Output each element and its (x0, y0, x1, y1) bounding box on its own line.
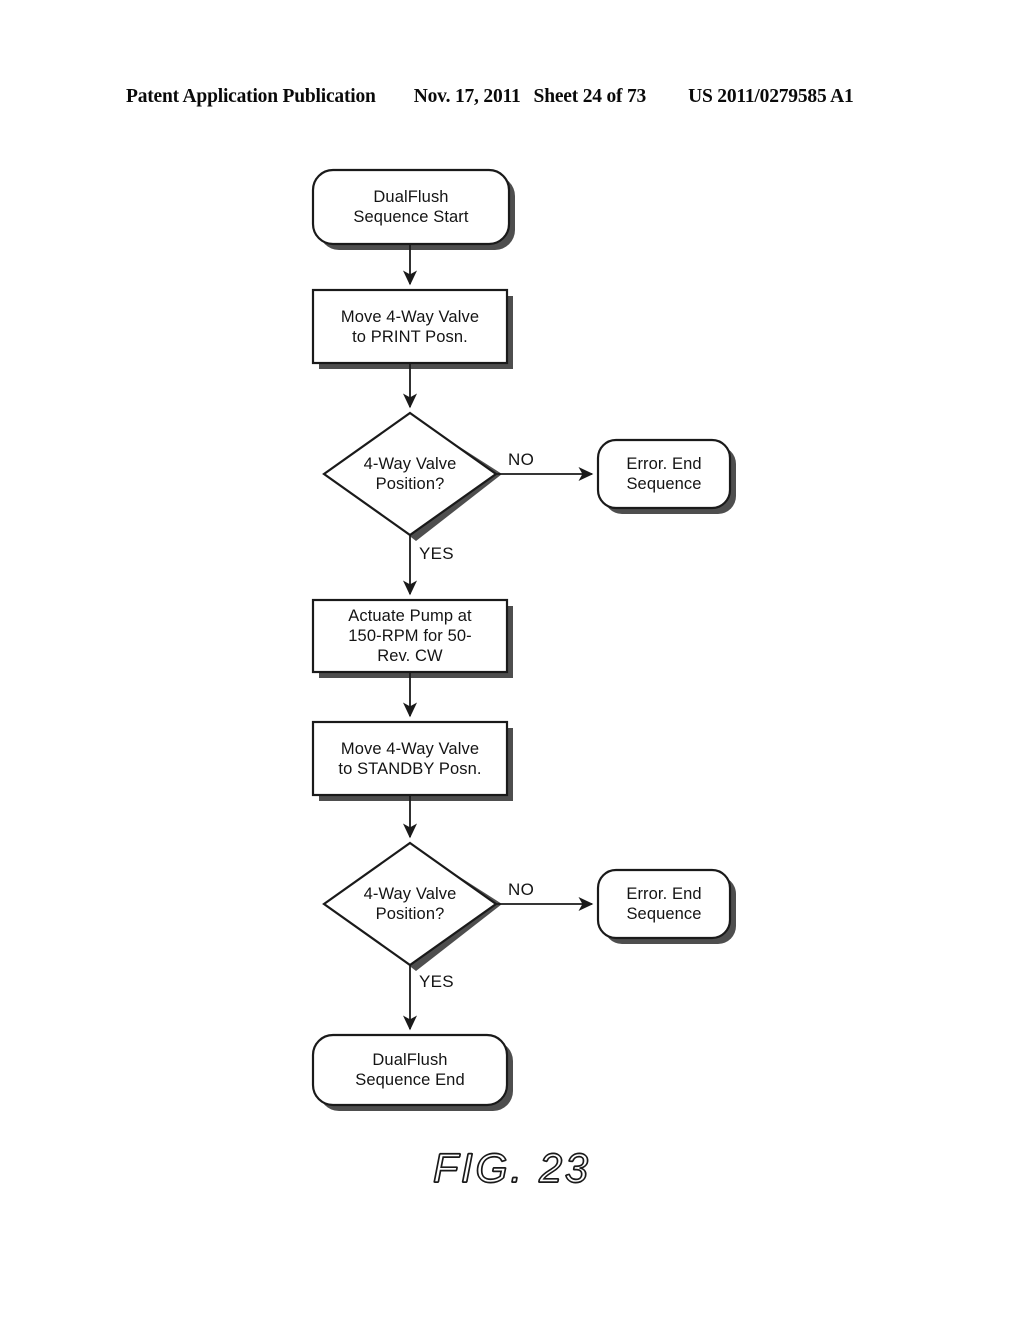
edge-label-no-1: NO (508, 450, 535, 469)
node-move-standby-shape (311, 720, 509, 797)
node-end-shape (311, 1033, 509, 1107)
node-move-print-shape (311, 288, 509, 365)
node-decision-2-shape (322, 841, 498, 967)
node-error-1-shape (596, 438, 732, 510)
flowchart-diagram: DualFlush Sequence Start Move 4-Way Valv… (0, 0, 1024, 1320)
node-pump-shape (311, 598, 509, 674)
node-decision-1-shape (322, 411, 498, 537)
figure-caption: FIG. 23 (432, 1144, 591, 1191)
edge-label-yes-1: YES (419, 544, 454, 563)
edge-label-no-2: NO (508, 880, 535, 899)
node-error-2-shape (596, 868, 732, 940)
flowchart-canvas (311, 168, 736, 1111)
node-start-shape (311, 168, 511, 246)
edge-label-yes-2: YES (419, 972, 454, 991)
